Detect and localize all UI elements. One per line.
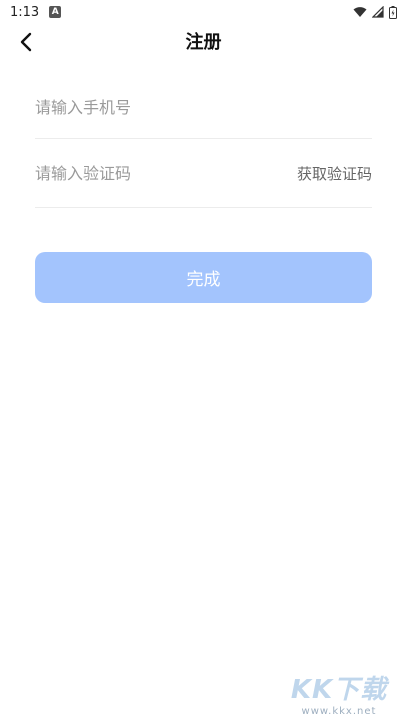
submit-button[interactable]: 完成 [35, 252, 372, 303]
verification-code-input[interactable] [35, 158, 265, 188]
wifi-icon [353, 7, 367, 17]
status-time: 1:13 [10, 4, 40, 20]
get-code-button[interactable]: 获取验证码 [297, 163, 372, 184]
code-field-row: 获取验证码 [35, 139, 372, 208]
page-title: 注册 [185, 32, 222, 53]
notification-icon: A [49, 6, 62, 18]
register-form: 获取验证码 [35, 76, 372, 208]
status-bar: 1:13 A [0, 0, 407, 24]
battery-icon [389, 5, 397, 19]
status-right [353, 5, 397, 19]
signal-icon [372, 6, 384, 18]
watermark: KK下载 www.kkx.net [279, 669, 399, 717]
phone-field-row [35, 76, 372, 139]
header: 注册 [0, 24, 407, 58]
watermark-logo: KK下载 [290, 675, 388, 705]
watermark-url: www.kkx.net [301, 706, 377, 717]
phone-input[interactable] [35, 92, 265, 122]
status-left: 1:13 A [10, 4, 62, 20]
